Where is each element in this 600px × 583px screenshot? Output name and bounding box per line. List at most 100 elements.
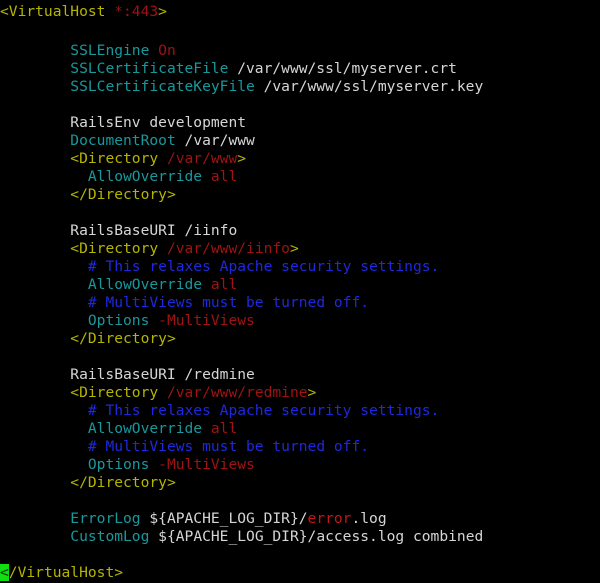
code-token: # This relaxes Apache security settings. <box>87 258 440 275</box>
code-line[interactable]: AllowOverride all <box>0 420 600 438</box>
code-token: -MultiViews <box>158 312 255 329</box>
code-token: SSLCertificateFile <box>70 60 238 77</box>
code-token: # This relaxes Apache security settings. <box>87 402 440 419</box>
code-line[interactable]: AllowOverride all <box>0 276 600 294</box>
code-line[interactable]: SSLEngine On <box>0 42 600 60</box>
code-token: # MultiViews must be turned off. <box>87 294 370 311</box>
code-token: RailsBaseURI /redmine <box>0 366 255 383</box>
code-line[interactable] <box>0 24 600 42</box>
code-line[interactable] <box>0 492 600 510</box>
code-line[interactable]: DocumentRoot /var/www <box>0 132 600 150</box>
code-token: RailsBaseURI /iinfo <box>0 222 238 239</box>
code-token: ErrorLog <box>70 510 150 527</box>
code-line[interactable]: <VirtualHost *:443> <box>0 0 600 24</box>
code-line[interactable]: </Directory> <box>0 186 600 204</box>
code-token: all <box>210 168 238 185</box>
code-line[interactable]: # This relaxes Apache security settings. <box>0 402 600 420</box>
code-token: /var/www <box>184 132 255 149</box>
code-token: all <box>210 420 238 437</box>
code-token: </Directory> <box>70 186 176 203</box>
code-line[interactable]: CustomLog ${APACHE_LOG_DIR}/access.log c… <box>0 528 600 546</box>
code-token: SSLCertificateKeyFile <box>70 78 264 95</box>
code-token: error <box>307 510 352 527</box>
code-token: AllowOverride <box>87 276 211 293</box>
code-token: DocumentRoot <box>70 132 185 149</box>
code-token: > <box>289 240 299 257</box>
code-token: Options <box>87 312 159 329</box>
code-token: On <box>158 42 176 59</box>
code-line[interactable] <box>0 546 600 564</box>
code-line[interactable]: # MultiViews must be turned off. <box>0 438 600 456</box>
code-line[interactable]: <Directory /var/www> <box>0 150 600 168</box>
code-line[interactable]: # This relaxes Apache security settings. <box>0 258 600 276</box>
code-line[interactable]: </Directory> <box>0 474 600 492</box>
code-line[interactable]: SSLCertificateKeyFile /var/www/ssl/myser… <box>0 78 600 96</box>
code-editor-pane[interactable]: <VirtualHost *:443> SSLEngine On SSLCert… <box>0 0 600 583</box>
code-token: RailsEnv development <box>0 114 247 131</box>
code-token: /var/www/ssl/myserver.crt <box>237 60 457 77</box>
code-token: /var/www <box>166 150 238 167</box>
code-line[interactable]: Options -MultiViews <box>0 456 600 474</box>
code-token: all <box>210 276 238 293</box>
code-token: /VirtualHost> <box>8 564 124 581</box>
code-token: .log <box>351 510 387 527</box>
code-token: <Directory <box>70 150 167 167</box>
code-token: SSLEngine <box>70 42 159 59</box>
code-token: CustomLog <box>70 528 159 545</box>
code-line[interactable]: # MultiViews must be turned off. <box>0 294 600 312</box>
code-line[interactable]: Options -MultiViews <box>0 312 600 330</box>
code-token: /var/www/iinfo <box>166 240 290 257</box>
code-token: ${APACHE_LOG_DIR}/access.log combined <box>158 528 484 545</box>
cursor-highlight[interactable]: < <box>0 564 9 581</box>
code-token: /var/www/redmine <box>166 384 308 401</box>
code-token: -MultiViews <box>158 456 255 473</box>
code-line[interactable] <box>0 204 600 222</box>
code-token: # MultiViews must be turned off. <box>87 438 370 455</box>
code-line[interactable]: RailsEnv development <box>0 114 600 132</box>
code-content[interactable]: <VirtualHost *:443> SSLEngine On SSLCert… <box>0 0 600 582</box>
code-token: > <box>307 384 317 401</box>
code-line[interactable]: ErrorLog ${APACHE_LOG_DIR}/error.log <box>0 510 600 528</box>
code-line[interactable]: SSLCertificateFile /var/www/ssl/myserver… <box>0 60 600 78</box>
code-line[interactable]: <Directory /var/www/iinfo> <box>0 240 600 258</box>
code-token: <VirtualHost <box>0 3 115 20</box>
code-token: AllowOverride <box>87 420 211 437</box>
code-line[interactable]: </Directory> <box>0 330 600 348</box>
code-token: <Directory <box>70 240 167 257</box>
code-token: </Directory> <box>70 474 176 491</box>
code-token: AllowOverride <box>87 168 211 185</box>
code-token: > <box>158 3 167 20</box>
code-token: ${APACHE_LOG_DIR}/ <box>149 510 308 527</box>
code-line[interactable]: </VirtualHost> <box>0 564 600 582</box>
code-line[interactable]: RailsBaseURI /iinfo <box>0 222 600 240</box>
code-token: > <box>237 150 247 167</box>
code-token: Options <box>87 456 159 473</box>
code-token: *:443 <box>114 3 159 20</box>
code-line[interactable]: AllowOverride all <box>0 168 600 186</box>
code-line[interactable]: RailsBaseURI /redmine <box>0 366 600 384</box>
code-line[interactable] <box>0 96 600 114</box>
code-line[interactable] <box>0 348 600 366</box>
code-line[interactable]: <Directory /var/www/redmine> <box>0 384 600 402</box>
code-token: /var/www/ssl/myserver.key <box>263 78 484 95</box>
code-token: </Directory> <box>70 330 176 347</box>
